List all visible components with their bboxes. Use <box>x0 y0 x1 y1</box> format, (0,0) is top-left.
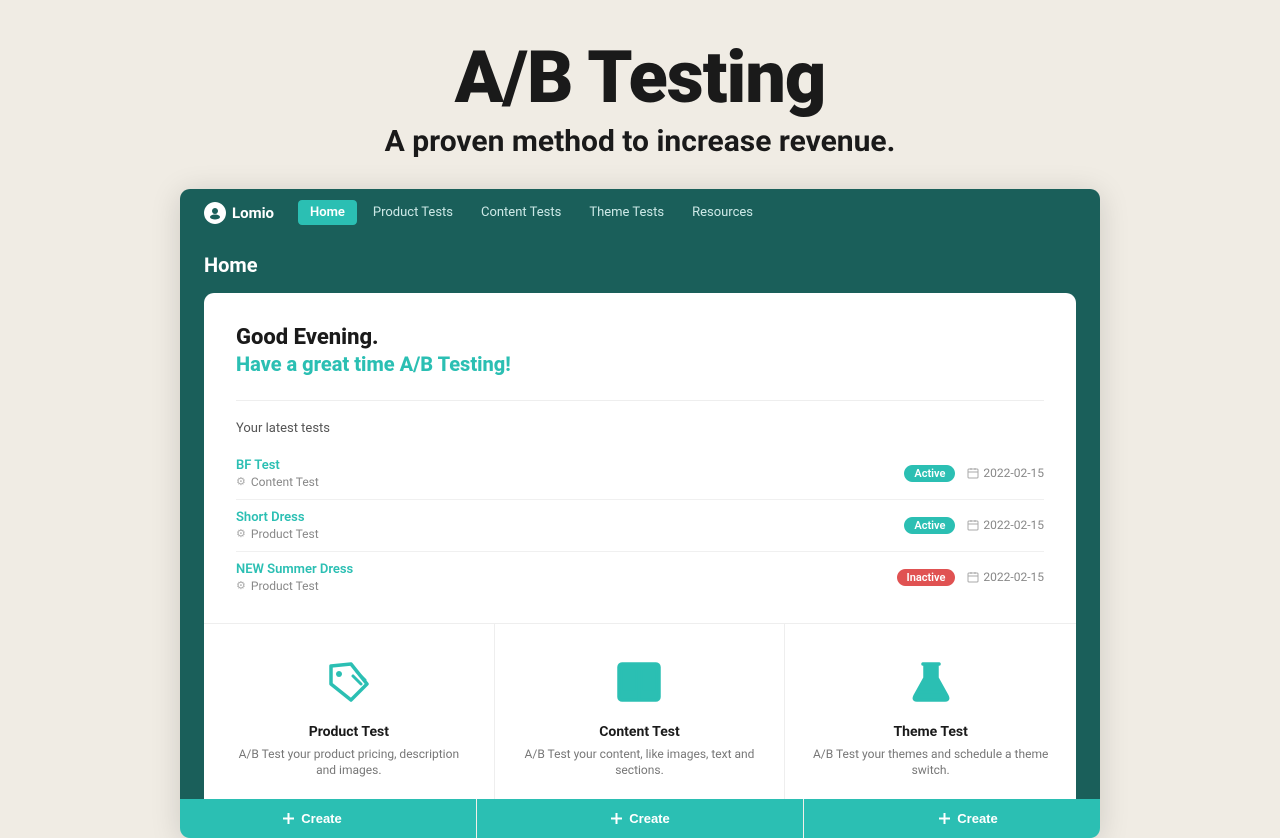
logo-area: Lomio <box>204 202 274 224</box>
feature-card-theme-test: Theme Test A/B Test your themes and sche… <box>785 624 1076 800</box>
nav-link-resources[interactable]: Resources <box>680 200 765 225</box>
test-type-short-dress: Product Test <box>251 527 319 541</box>
hero-title: A/B Testing <box>20 40 1260 116</box>
create-content-test-button[interactable]: Create <box>477 799 803 838</box>
test-type-icon: ⚙ <box>236 579 246 592</box>
greeting-line1: Good Evening. <box>236 325 1044 350</box>
latest-tests-label: Your latest tests <box>236 421 1044 436</box>
test-date-new-summer-dress: 2022-02-15 <box>967 570 1044 584</box>
white-card: Good Evening. Have a great time A/B Test… <box>204 293 1076 800</box>
hero-section: A/B Testing A proven method to increase … <box>0 0 1280 189</box>
btn-cell-theme: Create <box>804 799 1100 838</box>
main-content: Home Good Evening. Have a great time A/B… <box>180 237 1100 800</box>
test-right: Active 2022-02-15 <box>904 517 1044 534</box>
btn-cell-product: Create <box>180 799 476 838</box>
test-left: NEW Summer Dress ⚙ Product Test <box>236 562 353 593</box>
nav-link-theme-tests[interactable]: Theme Tests <box>577 200 676 225</box>
test-row: BF Test ⚙ Content Test Active 2022-02-15 <box>236 448 1044 500</box>
test-left: Short Dress ⚙ Product Test <box>236 510 319 541</box>
test-row: NEW Summer Dress ⚙ Product Test Inactive… <box>236 552 1044 603</box>
nav-link-home[interactable]: Home <box>298 200 357 225</box>
test-name-new-summer-dress[interactable]: NEW Summer Dress <box>236 562 353 577</box>
feature-card-product-test: Product Test A/B Test your product prici… <box>204 624 495 800</box>
theme-test-icon <box>901 652 961 712</box>
greeting-section: Good Evening. Have a great time A/B Test… <box>236 325 1044 401</box>
status-badge-bf: Active <box>904 465 955 482</box>
product-test-icon <box>319 652 379 712</box>
nav-link-product-tests[interactable]: Product Tests <box>361 200 465 225</box>
test-right: Inactive 2022-02-15 <box>897 569 1044 586</box>
hero-subtitle: A proven method to increase revenue. <box>20 124 1260 159</box>
nav-links: Home Product Tests Content Tests Theme T… <box>298 200 765 225</box>
btn-row: Create Create Create <box>180 799 1100 838</box>
status-badge-new-summer-dress: Inactive <box>897 569 956 586</box>
greeting-line2: Have a great time A/B Testing! <box>236 352 1044 376</box>
test-date-short-dress: 2022-02-15 <box>967 518 1044 532</box>
page-title: Home <box>204 253 1076 293</box>
create-theme-test-button[interactable]: Create <box>804 799 1100 838</box>
test-date-bf: 2022-02-15 <box>967 466 1044 480</box>
feature-cards: Product Test A/B Test your product prici… <box>204 623 1076 800</box>
app-window: Lomio Home Product Tests Content Tests T… <box>180 189 1100 838</box>
test-row: Short Dress ⚙ Product Test Active 2022-0… <box>236 500 1044 552</box>
status-badge-short-dress: Active <box>904 517 955 534</box>
latest-tests-section: Your latest tests BF Test ⚙ Content Test… <box>236 421 1044 603</box>
test-name-short-dress[interactable]: Short Dress <box>236 510 319 525</box>
test-type-new-summer-dress: Product Test <box>251 579 319 593</box>
btn-cell-content: Create <box>476 799 804 838</box>
feature-title-product-test: Product Test <box>309 724 389 740</box>
nav-link-content-tests[interactable]: Content Tests <box>469 200 573 225</box>
test-type-icon: ⚙ <box>236 475 246 488</box>
top-nav: Lomio Home Product Tests Content Tests T… <box>180 189 1100 237</box>
content-test-icon <box>609 652 669 712</box>
test-right: Active 2022-02-15 <box>904 465 1044 482</box>
feature-desc-product-test: A/B Test your product pricing, descripti… <box>228 746 470 780</box>
feature-title-content-test: Content Test <box>599 724 679 740</box>
create-product-test-button[interactable]: Create <box>180 799 476 838</box>
feature-title-theme-test: Theme Test <box>893 724 967 740</box>
test-left: BF Test ⚙ Content Test <box>236 458 319 489</box>
feature-desc-content-test: A/B Test your content, like images, text… <box>519 746 761 780</box>
test-type-bf: Content Test <box>251 475 319 489</box>
logo-icon <box>204 202 226 224</box>
feature-card-content-test: Content Test A/B Test your content, like… <box>495 624 786 800</box>
feature-desc-theme-test: A/B Test your themes and schedule a them… <box>809 746 1052 780</box>
logo-text: Lomio <box>232 204 274 222</box>
test-type-icon: ⚙ <box>236 527 246 540</box>
test-name-bf-test[interactable]: BF Test <box>236 458 319 473</box>
